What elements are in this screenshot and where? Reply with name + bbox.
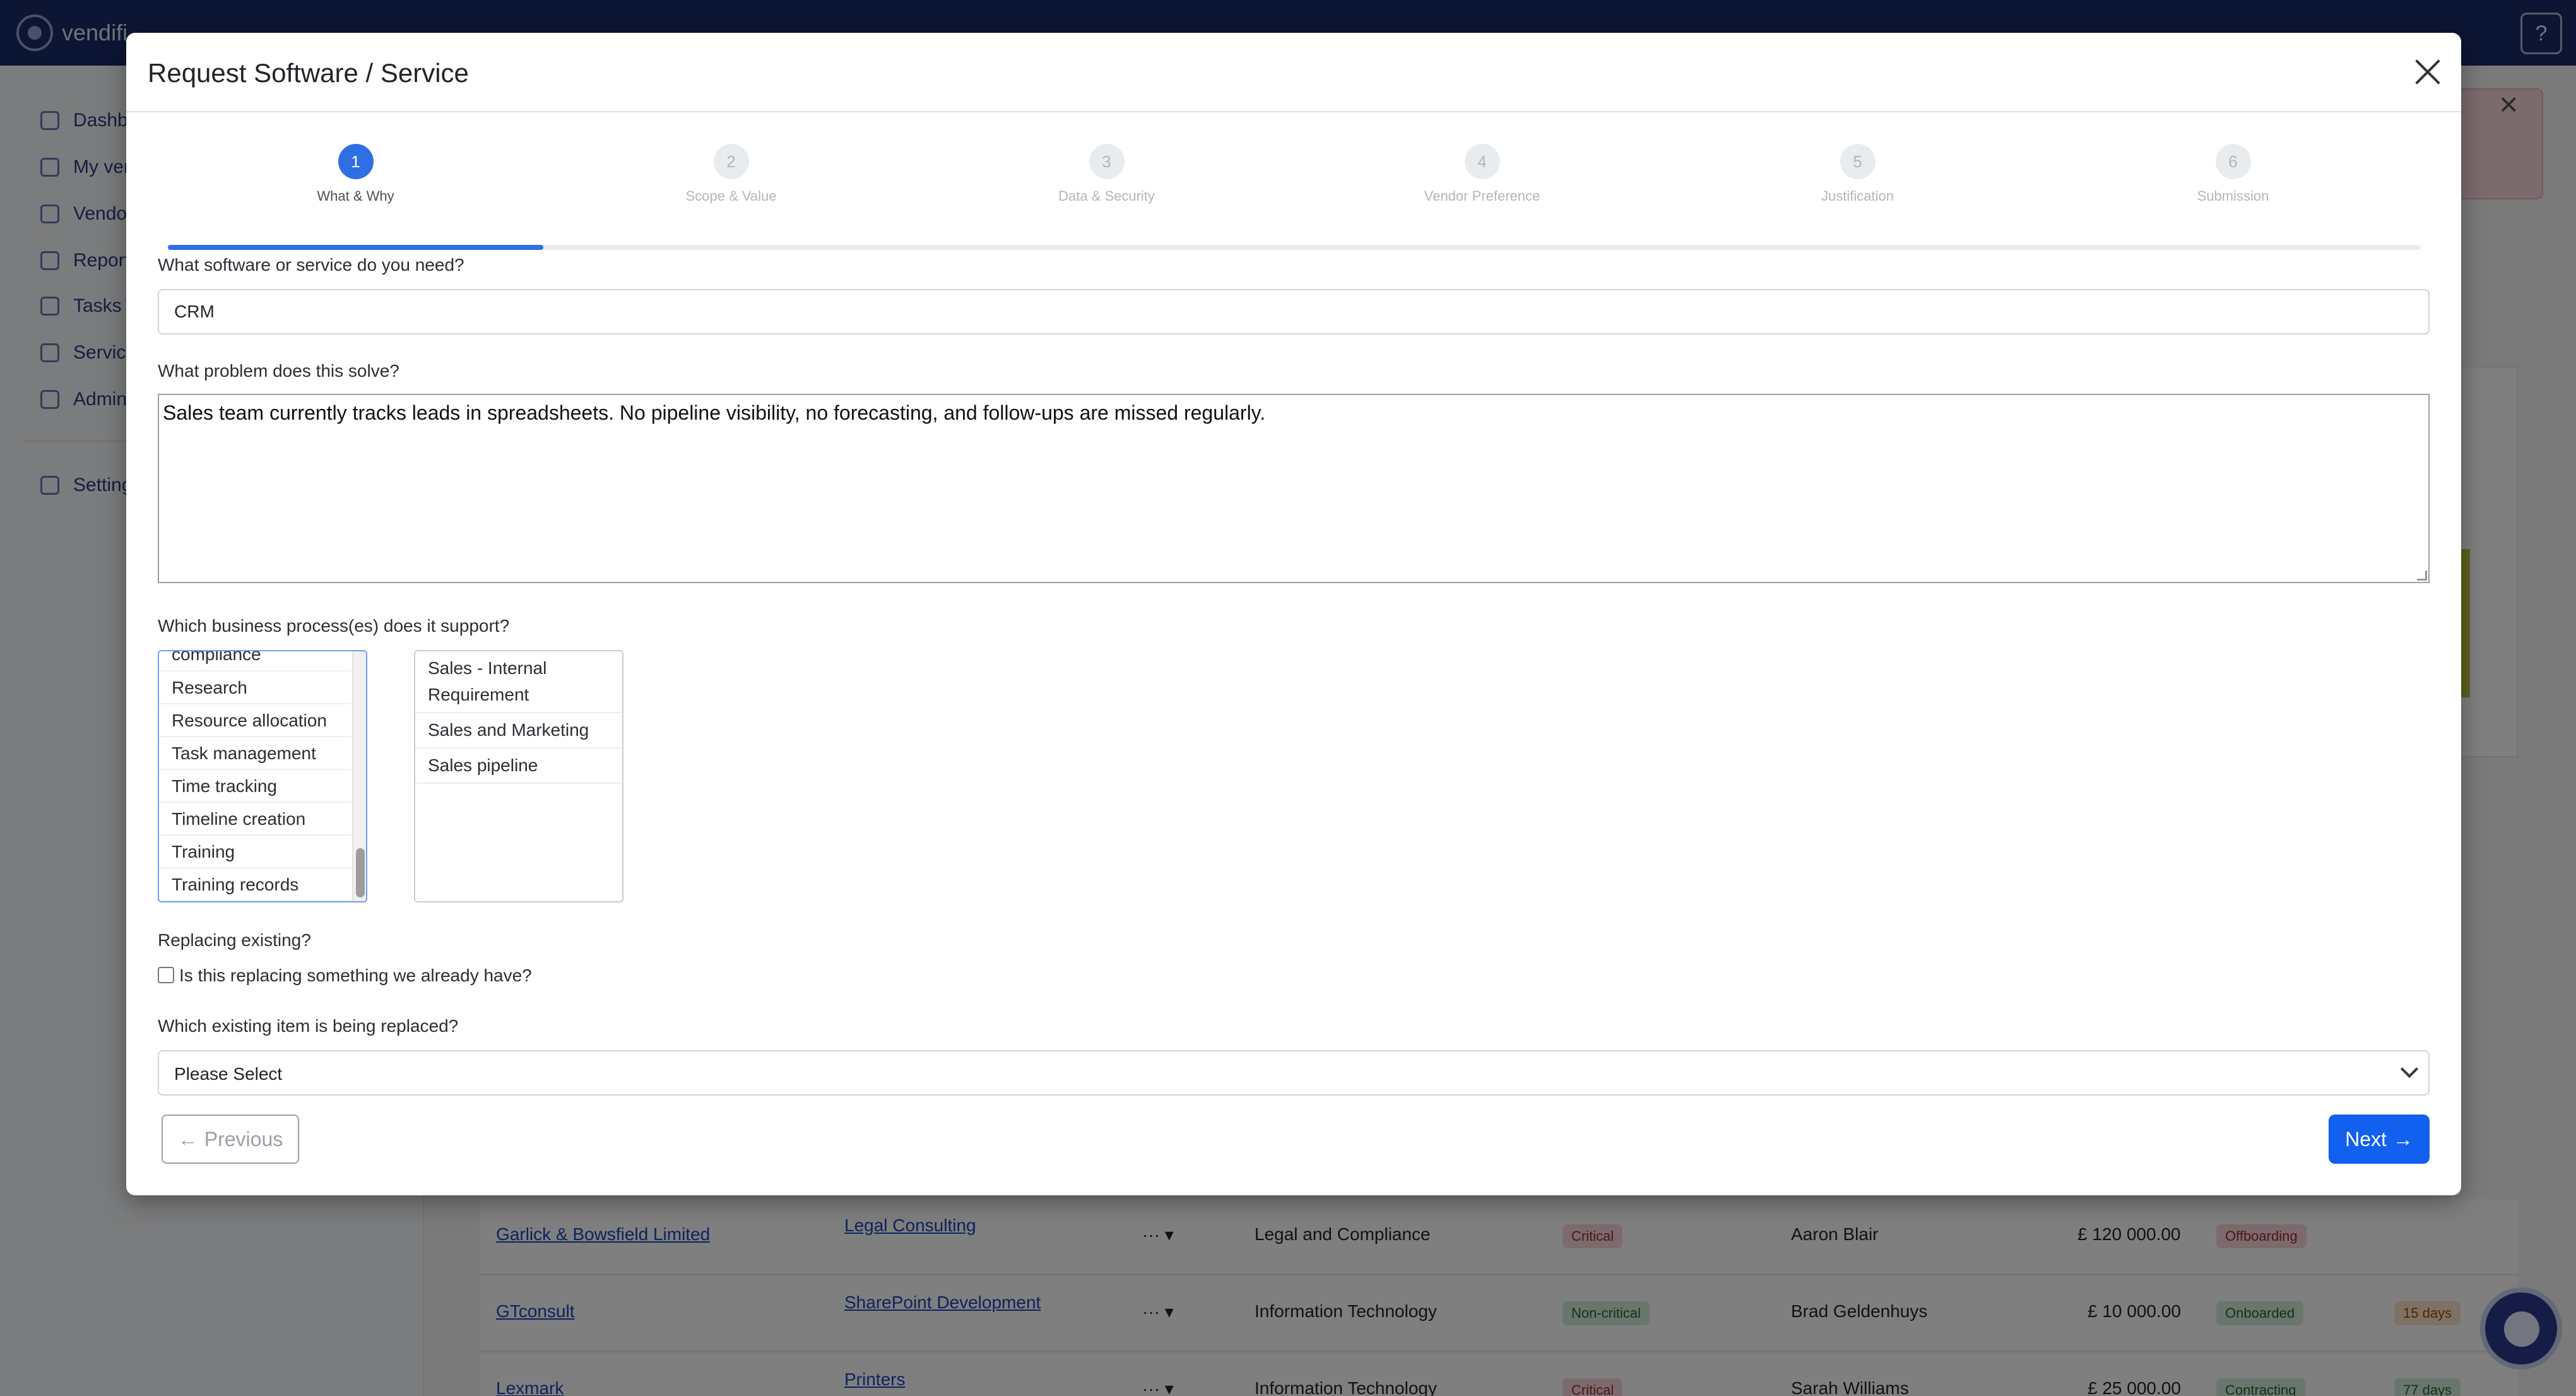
chevron-down-icon xyxy=(2400,1060,2419,1079)
close-icon[interactable] xyxy=(2414,58,2442,86)
replacing-checkbox-label[interactable]: Is this replacing something we already h… xyxy=(179,966,532,986)
step-number: 2 xyxy=(713,144,749,179)
next-button-label: Next xyxy=(2345,1127,2387,1151)
list-item[interactable]: Sales - Internal Requirement xyxy=(415,651,622,713)
step-number: 1 xyxy=(338,144,374,179)
step-number: 4 xyxy=(1464,144,1500,179)
list-item[interactable]: Timeline creation xyxy=(159,803,351,836)
wizard-stepper: 1 What & Why 2 Scope & Value 3 Data & Se… xyxy=(168,144,2421,251)
list-item[interactable]: Sales pipeline xyxy=(415,748,622,784)
step-scope-value[interactable]: 2 Scope & Value xyxy=(543,144,919,213)
step-what-why[interactable]: 1 What & Why xyxy=(168,144,543,213)
list-item[interactable]: compliance xyxy=(159,651,351,671)
step-number: 5 xyxy=(1840,144,1876,179)
list-scrollbar-thumb[interactable] xyxy=(356,848,365,897)
textarea-resize-handle[interactable] xyxy=(2417,571,2427,581)
step-vendor-preference[interactable]: 4 Vendor Preference xyxy=(1294,144,1670,213)
list-item[interactable]: Time tracking xyxy=(159,770,351,803)
step-submission[interactable]: 6 Submission xyxy=(2045,144,2421,213)
select-value: Please Select xyxy=(174,1064,283,1084)
replaced-item-select[interactable]: Please Select xyxy=(158,1050,2430,1096)
step-label: Scope & Value xyxy=(685,188,777,204)
next-button[interactable]: Next → xyxy=(2329,1115,2430,1164)
step-label: Data & Security xyxy=(1058,188,1155,204)
modal-header: Request Software / Service xyxy=(126,33,2461,112)
step-label: Vendor Preference xyxy=(1424,188,1540,204)
list-item[interactable]: Sales and Marketing xyxy=(415,713,622,748)
selected-processes-list[interactable]: Sales - Internal Requirement Sales and M… xyxy=(414,650,623,902)
step-label: Justification xyxy=(1821,188,1894,204)
stepper-progress-bar xyxy=(168,245,544,250)
software-question-label: What software or service do you need? xyxy=(158,255,464,275)
arrow-left-icon: ← xyxy=(177,1127,198,1151)
replacing-checkbox[interactable] xyxy=(158,967,174,983)
replacing-heading: Replacing existing? xyxy=(158,930,311,950)
request-software-modal: Request Software / Service 1 What & Why … xyxy=(126,33,2461,1195)
step-label: What & Why xyxy=(317,188,394,204)
available-processes-list[interactable]: compliance Research Resource allocation … xyxy=(158,650,367,902)
step-label: Submission xyxy=(2197,188,2269,204)
step-number: 3 xyxy=(1089,144,1125,179)
step-data-security[interactable]: 3 Data & Security xyxy=(919,144,1294,213)
software-input[interactable] xyxy=(158,289,2430,334)
problem-textarea[interactable]: Sales team currently tracks leads in spr… xyxy=(158,394,2430,583)
list-item[interactable]: Research xyxy=(159,671,351,704)
problem-question-label: What problem does this solve? xyxy=(158,361,399,381)
modal-title: Request Software / Service xyxy=(148,58,469,88)
previous-button[interactable]: ← Previous xyxy=(162,1115,299,1164)
replaced-item-label: Which existing item is being replaced? xyxy=(158,1016,459,1036)
step-number: 6 xyxy=(2215,144,2251,179)
process-question-label: Which business process(es) does it suppo… xyxy=(158,616,510,636)
step-justification[interactable]: 5 Justification xyxy=(1670,144,2045,213)
previous-button-label: Previous xyxy=(204,1127,283,1151)
list-item[interactable]: Task management xyxy=(159,737,351,770)
list-item[interactable]: Training records xyxy=(159,868,351,901)
arrow-right-icon: → xyxy=(2392,1127,2413,1151)
list-item[interactable]: Resource allocation xyxy=(159,704,351,737)
list-item[interactable]: Training xyxy=(159,836,351,868)
